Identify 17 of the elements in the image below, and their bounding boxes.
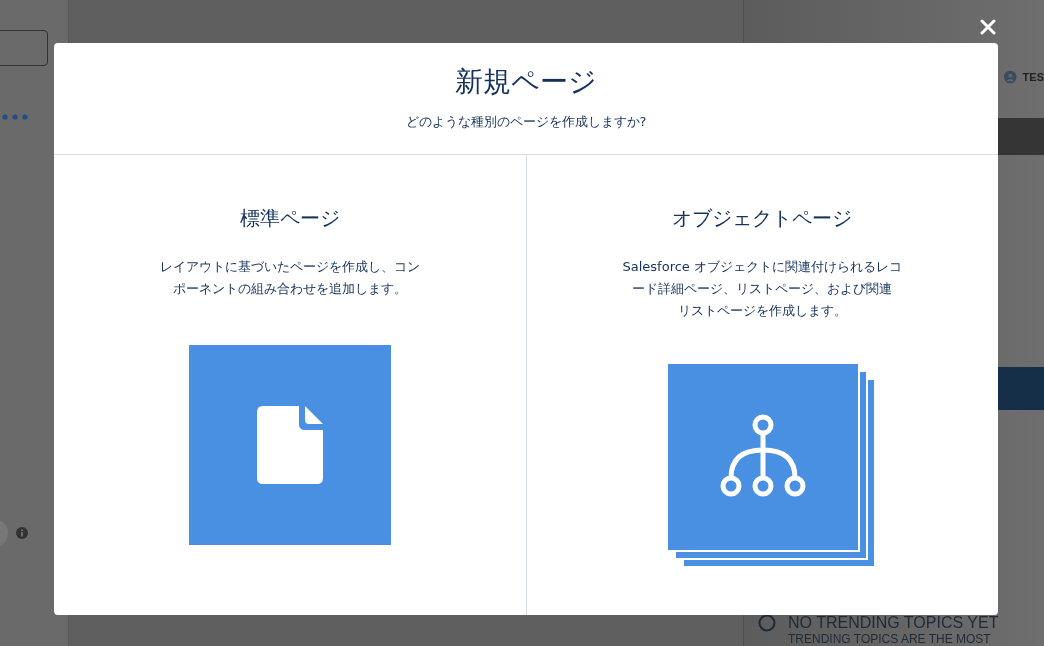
user-name: TES <box>1022 71 1044 83</box>
object-page-tile[interactable] <box>666 362 877 566</box>
option-title: 標準ページ <box>239 205 340 232</box>
circle-icon <box>758 614 776 632</box>
option-description: Salesforce オブジェクトに関連付けられるレコ ード詳細ページ、リストページ、および関連 リストページを作成します。 <box>622 258 902 320</box>
search-field[interactable] <box>0 30 48 66</box>
option-description: レイアウトに基づいたページを作成し、コン ポーネントの組み合わせを追加します。 <box>159 258 420 298</box>
topics-text: TRENDING TOPICS ARE THE MOST <box>787 633 992 646</box>
info-icon <box>16 527 28 539</box>
close-icon[interactable] <box>980 19 996 35</box>
topics-heading: NO TRENDING TOPICS YET <box>788 615 999 631</box>
modal-subtitle: どのような種別のページを作成しますか? <box>405 113 647 131</box>
more-icon[interactable] <box>2 114 28 120</box>
document-icon <box>256 406 323 484</box>
standard-page-tile[interactable] <box>188 345 391 545</box>
option-title: オブジェクトページ <box>672 205 853 232</box>
modal-title: 新規ページ <box>455 64 597 100</box>
